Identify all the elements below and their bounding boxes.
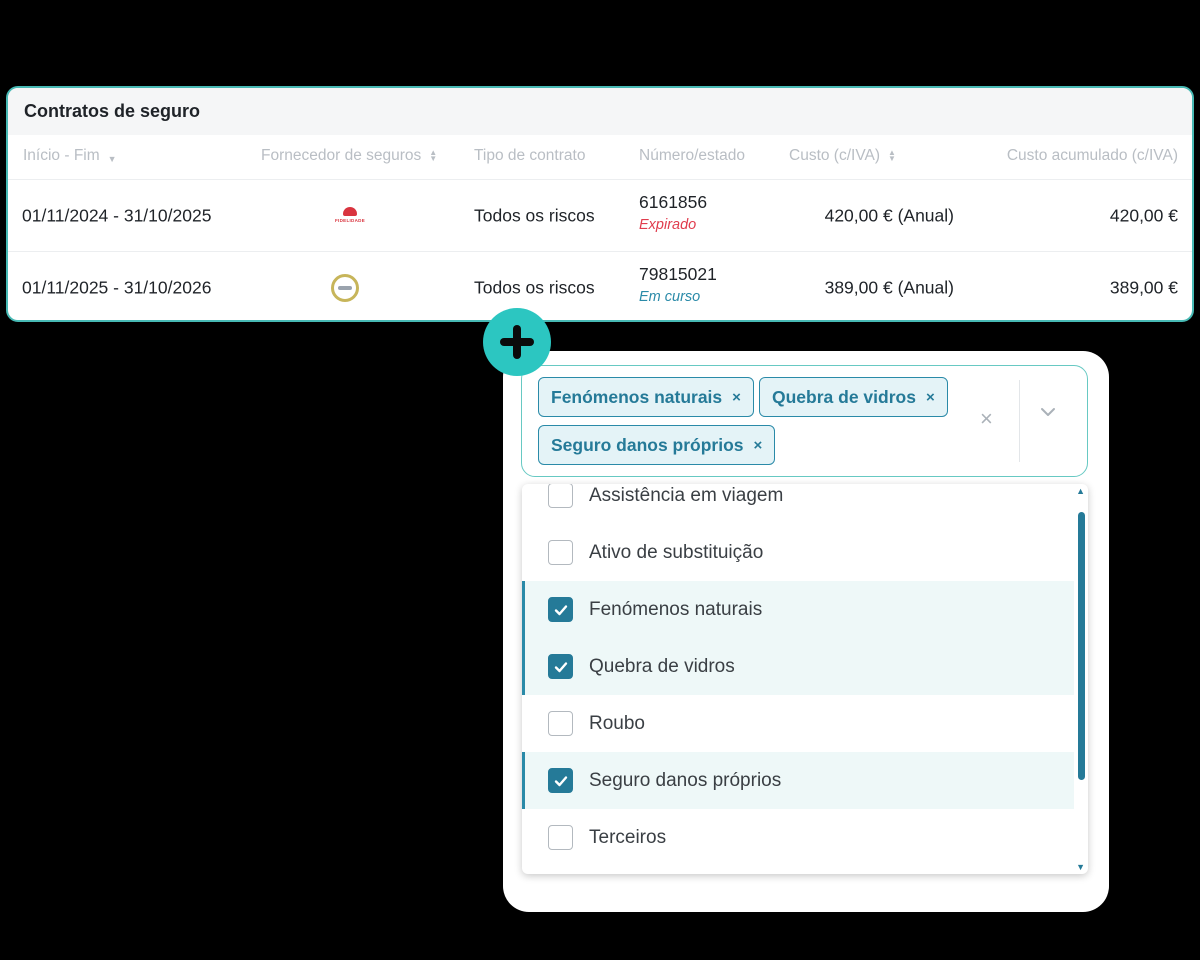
checkbox[interactable] xyxy=(548,654,573,679)
coverage-multiselect[interactable]: Fenómenos naturais × Quebra de vidros × … xyxy=(521,365,1088,477)
option-item[interactable]: Terceiros xyxy=(522,809,1074,866)
column-header-number: Número/estado xyxy=(639,147,745,165)
round-seal-logo xyxy=(331,274,359,302)
selected-chip: Fenómenos naturais × xyxy=(538,377,754,417)
scroll-up-arrow-icon[interactable]: ▲ xyxy=(1076,486,1085,496)
row-accumulated-cost: 389,00 € xyxy=(1109,277,1178,297)
option-item[interactable]: Roubo xyxy=(522,695,1074,752)
row-accumulated-cost: 420,00 € xyxy=(1109,205,1178,225)
column-label: Fornecedor de seguros xyxy=(261,147,422,164)
column-header-provider[interactable]: Fornecedor de seguros ▲ ▼ xyxy=(261,147,437,165)
table-row[interactable]: 01/11/2025 - 31/10/2026 Todos os riscos … xyxy=(8,251,1192,320)
checkbox[interactable] xyxy=(548,711,573,736)
fidelidade-logo: FIDELIDADE xyxy=(333,207,367,225)
sort-icon[interactable]: ▲ ▼ xyxy=(429,149,437,163)
indicator-divider xyxy=(1019,380,1020,462)
clear-all-icon[interactable]: × xyxy=(980,406,993,432)
column-header-accumulated: Custo acumulado (c/IVA) xyxy=(1007,147,1178,165)
row-dates: 01/11/2024 - 31/10/2025 xyxy=(22,205,212,225)
option-item[interactable]: Quebra de vidros xyxy=(522,638,1074,695)
column-header-cost[interactable]: Custo (c/IVA) ▲ ▼ xyxy=(789,147,896,165)
table-header: Início - Fim ▼ Fornecedor de seguros ▲ ▼ … xyxy=(8,135,1192,179)
sort-desc-icon[interactable]: ▼ xyxy=(108,154,117,164)
column-label: Tipo de contrato xyxy=(474,147,586,164)
chip-label: Quebra de vidros xyxy=(772,386,916,407)
status-badge: Em curso xyxy=(639,289,701,305)
selected-chip: Quebra de vidros × xyxy=(759,377,948,417)
column-label: Início - Fim xyxy=(23,147,100,164)
column-label: Custo (c/IVA) xyxy=(789,147,881,164)
option-item[interactable]: Ativo de substituição xyxy=(522,524,1074,581)
sort-icon[interactable]: ▲ ▼ xyxy=(888,149,896,163)
card-header: Contratos de seguro xyxy=(8,88,1192,135)
column-header-dates[interactable]: Início - Fim ▼ xyxy=(23,147,117,165)
card-title: Contratos de seguro xyxy=(24,101,201,121)
checkmark-icon xyxy=(554,775,567,786)
chevron-down-icon[interactable] xyxy=(1040,404,1056,420)
remove-chip-icon[interactable]: × xyxy=(926,389,935,406)
checkbox[interactable] xyxy=(548,540,573,565)
status-badge: Expirado xyxy=(639,217,697,233)
checkbox[interactable] xyxy=(548,484,573,508)
contract-number: 6161856 xyxy=(639,192,708,212)
checkmark-icon xyxy=(554,661,567,672)
remove-chip-icon[interactable]: × xyxy=(732,389,741,406)
checkbox[interactable] xyxy=(548,597,573,622)
contract-number: 79815021 xyxy=(639,264,717,284)
scrollbar-thumb[interactable] xyxy=(1078,512,1085,780)
table-row[interactable]: 01/11/2024 - 31/10/2025 FIDELIDADE Todos… xyxy=(8,179,1192,251)
logo-text: FIDELIDADE xyxy=(335,218,365,223)
plus-icon xyxy=(483,308,551,376)
remove-chip-icon[interactable]: × xyxy=(754,437,763,454)
row-cost: 389,00 € (Anual) xyxy=(824,277,954,297)
option-label: Terceiros xyxy=(589,826,667,848)
option-label: Quebra de vidros xyxy=(589,655,735,677)
option-label: Ativo de substituição xyxy=(589,541,764,563)
option-item[interactable]: Seguro danos próprios xyxy=(522,752,1074,809)
chip-label: Seguro danos próprios xyxy=(551,434,744,455)
coverage-options-menu[interactable]: Assistência em viagem Ativo de substitui… xyxy=(522,484,1088,874)
column-label: Número/estado xyxy=(639,147,745,164)
option-label: Fenómenos naturais xyxy=(589,598,763,620)
seal-inner-icon xyxy=(338,286,352,290)
option-label: Roubo xyxy=(589,712,645,734)
selected-chip: Seguro danos próprios × xyxy=(538,425,776,465)
coverage-select-panel: Fenómenos naturais × Quebra de vidros × … xyxy=(503,351,1109,912)
row-dates: 01/11/2025 - 31/10/2026 xyxy=(22,277,212,297)
row-number-status: 6161856 Expirado xyxy=(639,192,707,233)
insurance-contracts-card: Contratos de seguro Início - Fim ▼ Forne… xyxy=(6,86,1194,322)
row-contract-type: Todos os riscos xyxy=(474,277,595,297)
row-number-status: 79815021 Em curso xyxy=(639,264,717,305)
column-header-type: Tipo de contrato xyxy=(474,147,585,165)
option-item[interactable]: Fenómenos naturais xyxy=(522,581,1074,638)
checkbox[interactable] xyxy=(548,825,573,850)
checkmark-icon xyxy=(554,604,567,615)
option-label: Assistência em viagem xyxy=(589,484,784,506)
chip-label: Fenómenos naturais xyxy=(551,386,723,407)
logo-mark-icon xyxy=(343,207,357,216)
column-label: Custo acumulado (c/IVA) xyxy=(1006,147,1178,164)
option-label: Seguro danos próprios xyxy=(589,769,782,791)
scroll-down-arrow-icon[interactable]: ▼ xyxy=(1076,862,1085,872)
checkbox[interactable] xyxy=(548,768,573,793)
row-cost: 420,00 € (Anual) xyxy=(824,205,954,225)
option-item[interactable]: Assistência em viagem xyxy=(522,484,1074,524)
row-contract-type: Todos os riscos xyxy=(474,205,595,225)
